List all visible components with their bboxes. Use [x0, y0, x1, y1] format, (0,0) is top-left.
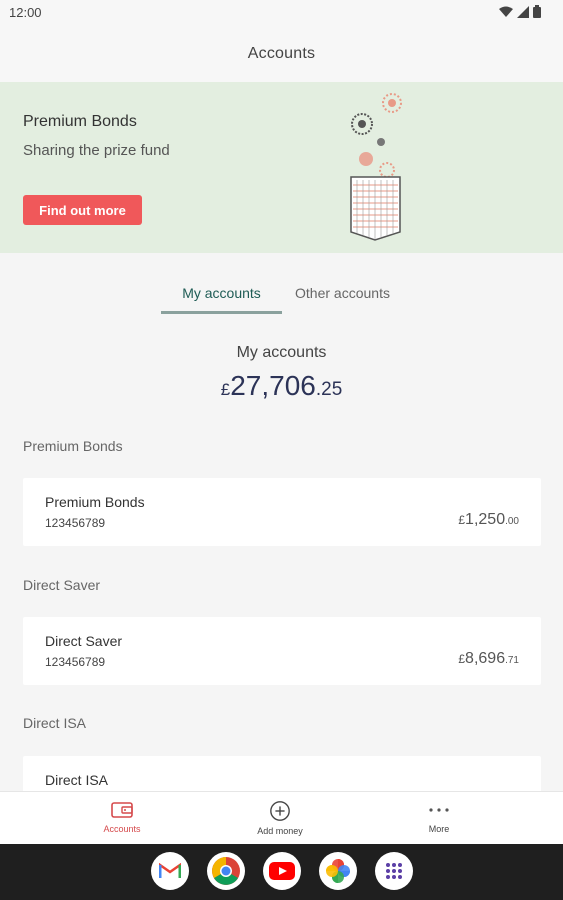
page-title: Accounts: [247, 45, 316, 62]
tab-my-accounts[interactable]: My accounts: [161, 276, 282, 314]
status-bar: 12:00: [0, 0, 563, 26]
account-card-direct-saver[interactable]: Direct Saver 123456789 £8,696.71: [23, 617, 541, 685]
status-time: 12:00: [9, 5, 42, 20]
nav-label: More: [428, 824, 450, 834]
find-out-more-button[interactable]: Find out more: [23, 195, 142, 225]
total-balance: £27,706.25: [0, 370, 563, 402]
account-balance: £1,250.00: [458, 511, 519, 529]
account-name: Premium Bonds: [45, 494, 145, 510]
nav-more[interactable]: More: [369, 792, 509, 845]
wifi-icon: [499, 6, 513, 17]
battery-icon: [533, 5, 541, 18]
tab-other-accounts[interactable]: Other accounts: [282, 276, 403, 314]
app-drawer-icon[interactable]: [375, 852, 413, 890]
balance-main: 1,250: [465, 511, 506, 528]
total-label: My accounts: [236, 344, 327, 361]
balance-decimal: .71: [505, 655, 519, 666]
prize-jar-illustration: [350, 93, 402, 241]
youtube-icon[interactable]: [263, 852, 301, 890]
account-tabs: My accounts Other accounts: [0, 276, 563, 314]
balance-main: 8,696: [465, 650, 506, 667]
account-name: Direct Saver: [45, 633, 123, 649]
account-number: 123456789: [45, 516, 106, 530]
photos-icon[interactable]: [319, 852, 357, 890]
account-card-premium-bonds[interactable]: Premium Bonds 123456789 £1,250.00: [23, 478, 541, 546]
section-heading-premium-bonds: Premium Bonds: [23, 438, 123, 454]
status-icons: [499, 5, 541, 18]
banner-subtitle: Sharing the prize fund: [23, 142, 170, 159]
section-heading-direct-isa: Direct ISA: [23, 715, 87, 731]
section-heading-direct-saver: Direct Saver: [23, 577, 101, 593]
gmail-icon[interactable]: [151, 852, 189, 890]
promo-banner: Premium Bonds Sharing the prize fund Fin…: [0, 82, 563, 253]
app-bar: Accounts: [0, 26, 563, 82]
balance-decimal: .00: [505, 516, 519, 527]
nav-label: Accounts: [103, 824, 141, 834]
total-main: 27,706: [230, 370, 316, 401]
account-number: 123456789: [45, 655, 106, 669]
nav-label: Add money: [257, 826, 303, 836]
banner-title: Premium Bonds: [23, 113, 137, 130]
nav-accounts[interactable]: Accounts: [52, 792, 192, 845]
more-horizontal-icon: [429, 808, 449, 812]
account-name: Direct ISA: [45, 772, 109, 788]
bottom-navigation: Accounts Add money More: [0, 791, 563, 844]
chrome-icon[interactable]: [207, 852, 245, 890]
account-balance: £8,696.71: [458, 650, 519, 668]
nav-add-money[interactable]: Add money: [210, 792, 350, 845]
wallet-icon: [111, 802, 133, 818]
total-currency: £: [220, 380, 231, 399]
total-decimal: .25: [315, 379, 343, 400]
plus-circle-icon: [270, 801, 290, 821]
system-dock: [0, 844, 563, 900]
signal-icon: [517, 5, 529, 18]
